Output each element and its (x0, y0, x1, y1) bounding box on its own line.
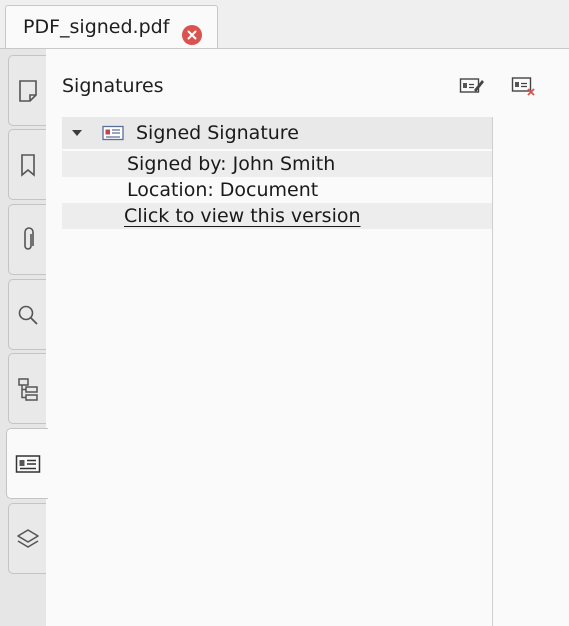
hierarchy-icon (17, 377, 38, 401)
sign-document-icon (459, 78, 484, 93)
document-tab-bar: PDF_signed.pdf (0, 0, 569, 49)
sign-document-button[interactable] (459, 75, 485, 97)
signature-detail-row: Location: Document (62, 177, 492, 203)
signature-tree: Signed Signature Signed by: John Smith L… (62, 117, 493, 626)
close-tab-icon[interactable] (182, 25, 202, 45)
bookmark-icon (20, 153, 35, 177)
search-icon (18, 305, 38, 325)
remove-signature-button[interactable] (511, 75, 537, 97)
signature-card-icon (102, 125, 124, 141)
paperclip-icon (23, 226, 34, 250)
remove-signature-icon (511, 77, 535, 96)
sidebar-tab-signatures[interactable] (6, 428, 48, 499)
signature-detail-row[interactable]: Click to view this version (62, 203, 492, 229)
sidebar-tab-bookmarks[interactable] (8, 129, 46, 200)
page-icon (18, 79, 37, 102)
sidebar-tab-layers[interactable] (8, 503, 46, 574)
signature-name: Signed Signature (136, 122, 299, 144)
signature-tree-item[interactable]: Signed Signature (62, 117, 492, 149)
location-text: Location: Document (127, 179, 319, 201)
sidebar-tab-search[interactable] (8, 279, 46, 350)
sidebar-tab-attachments[interactable] (8, 204, 46, 275)
sidebar-tab-structure[interactable] (8, 353, 46, 424)
signature-detail-row: Signed by: John Smith (62, 151, 492, 177)
view-version-link[interactable]: Click to view this version (124, 203, 361, 229)
sidebar-tab-thumbnails[interactable] (8, 55, 46, 126)
document-tab-title: PDF_signed.pdf (23, 16, 170, 38)
layers-icon (16, 528, 39, 548)
signed-by-text: Signed by: John Smith (127, 153, 336, 175)
expand-caret-icon[interactable] (72, 130, 82, 136)
panel-title: Signatures (62, 75, 164, 97)
document-tab[interactable]: PDF_signed.pdf (5, 5, 218, 49)
signature-card-icon (15, 454, 40, 473)
